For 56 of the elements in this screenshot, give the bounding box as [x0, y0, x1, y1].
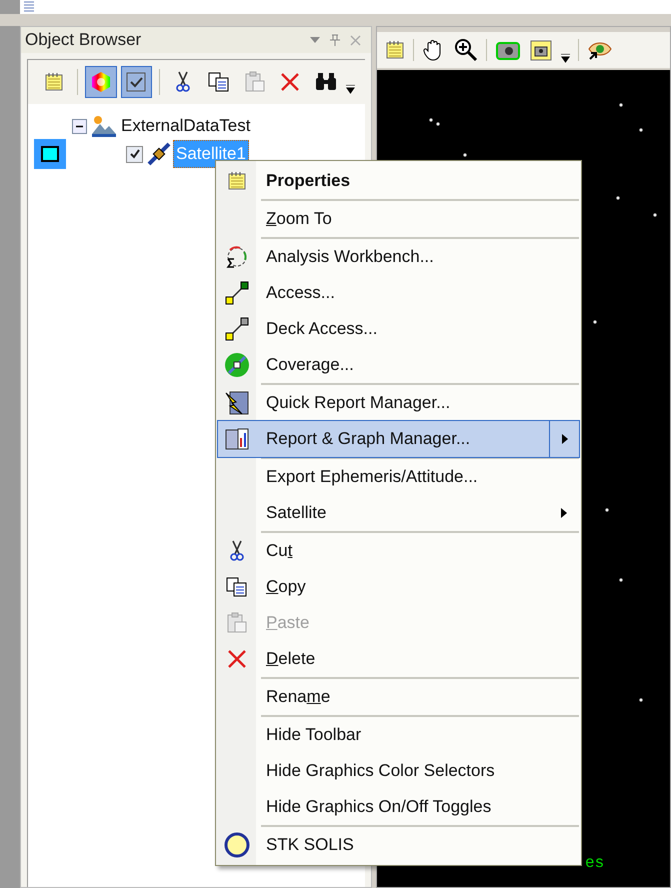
list-icon — [23, 0, 35, 12]
menu-item[interactable]: STK SOLIS — [218, 827, 579, 863]
menu-item[interactable]: Analysis Workbench... — [218, 239, 579, 275]
menu-item[interactable]: Coverage... — [218, 347, 579, 383]
delete-icon — [279, 71, 302, 93]
menu-item[interactable]: Cut — [218, 533, 579, 569]
globe-satellite-icon — [224, 352, 250, 378]
menu-item[interactable]: Satellite — [218, 495, 579, 531]
camera-icon[interactable] — [495, 39, 521, 61]
axes-caption: es — [585, 853, 604, 874]
paste-icon — [226, 612, 248, 634]
menu-item[interactable]: Copy — [218, 569, 579, 605]
pin-icon[interactable] — [330, 34, 340, 46]
dropdown-triangle-icon[interactable] — [310, 37, 320, 43]
zoom-in-icon[interactable] — [454, 38, 478, 62]
tree-item-label[interactable]: ExternalDataTest — [119, 113, 252, 139]
menu-item[interactable]: Hide Graphics On/Off Toggles — [218, 789, 579, 825]
binoculars-icon — [314, 72, 338, 92]
camera-frame-icon[interactable] — [529, 38, 553, 62]
menu-item[interactable]: Hide Graphics Color Selectors — [218, 753, 579, 789]
lightning-report-icon — [224, 390, 250, 416]
properties-icon — [227, 171, 247, 191]
sun-ring-icon — [224, 832, 250, 858]
scenario-icon — [91, 114, 117, 138]
paste-icon — [244, 71, 266, 93]
menu-item[interactable]: Rename — [218, 679, 579, 715]
properties-icon — [385, 40, 405, 60]
collapse-toggle[interactable] — [72, 118, 87, 134]
menu-item[interactable]: Quick Report Manager... — [218, 385, 579, 421]
color-swatch[interactable] — [41, 146, 59, 162]
copy-icon — [208, 72, 230, 92]
menu-item[interactable]: Export Ephemeris/Attitude... — [218, 459, 579, 495]
color-wheel-icon — [90, 71, 112, 93]
menu-item[interactable]: Zoom To — [218, 201, 579, 237]
scissors-icon — [175, 71, 192, 93]
access-link-icon — [224, 316, 250, 342]
menu-item[interactable]: Deck Access... — [218, 311, 579, 347]
toolbar-button[interactable] — [120, 66, 152, 98]
panel-title: Object Browser — [25, 29, 142, 52]
menu-item[interactable]: Delete — [218, 641, 579, 677]
overflow-chevron-icon[interactable] — [561, 54, 570, 62]
delete-icon — [226, 648, 248, 670]
overflow-chevron-icon — [346, 84, 356, 94]
report-graph-icon — [224, 426, 250, 452]
menu-item[interactable]: Report & Graph Manager... — [218, 421, 579, 457]
check-icon — [128, 148, 140, 160]
scissors-icon — [229, 540, 245, 562]
access-link-icon — [224, 280, 250, 306]
window-frame — [0, 0, 20, 14]
menu-item[interactable]: Access... — [218, 275, 579, 311]
properties-icon — [44, 72, 64, 92]
menu-item[interactable]: Hide Toolbar — [218, 717, 579, 753]
checkbox-icon — [125, 71, 148, 93]
copy-icon — [226, 577, 248, 597]
satellite-icon — [147, 142, 171, 166]
visibility-checkbox[interactable] — [126, 146, 143, 162]
